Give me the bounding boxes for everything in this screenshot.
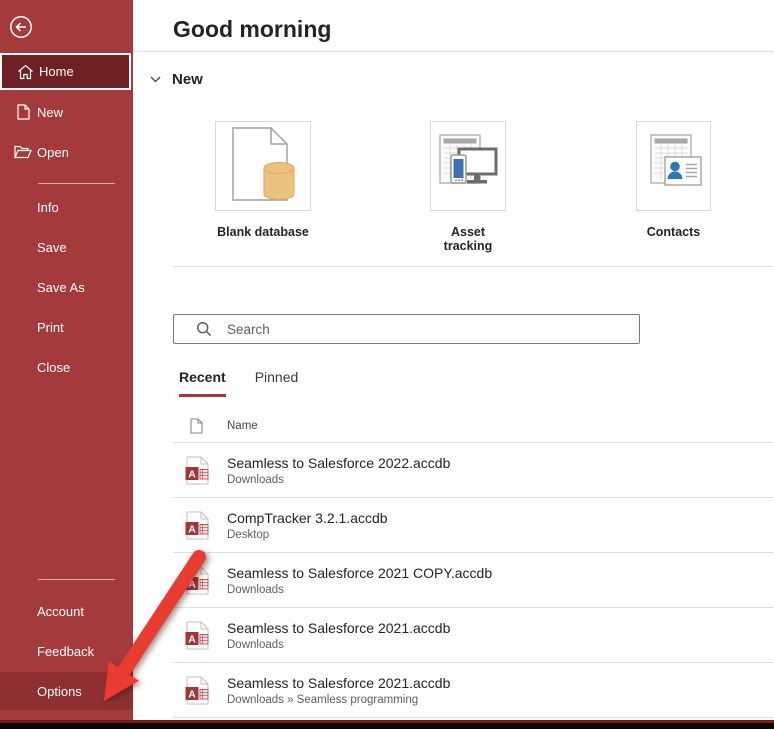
recent-files-list: Name A Seamless to Salesforce 2022.accdb… (173, 409, 774, 718)
file-location: Desktop (227, 529, 388, 541)
file-location: Downloads » Seamless programming (227, 694, 450, 706)
backstage-sidebar: Home New Open Info Save S (0, 0, 133, 729)
template-label[interactable]: Blank database (215, 225, 311, 239)
sidebar-item-home[interactable]: Home (0, 53, 131, 90)
tab-pinned[interactable]: Pinned (255, 369, 299, 397)
new-section-header[interactable]: New (150, 70, 203, 88)
sidebar-item-print[interactable]: Print (0, 315, 133, 339)
template-label[interactable]: Asset tracking (430, 225, 506, 253)
sidebar-item-label: Home (39, 64, 74, 79)
section-divider (173, 266, 774, 267)
file-row[interactable]: A Seamless to Salesforce 2022.accdb Down… (173, 443, 774, 498)
access-file-icon: A (185, 621, 210, 650)
chevron-down-icon (150, 70, 161, 88)
svg-text:A: A (188, 578, 196, 590)
new-file-icon (13, 104, 33, 120)
back-button[interactable] (8, 14, 34, 40)
file-name: CompTracker 3.2.1.accdb (227, 510, 388, 526)
file-row[interactable]: A Seamless to Salesforce 2021.accdb Down… (173, 608, 774, 663)
document-icon (190, 418, 203, 434)
template-label[interactable]: Contacts (636, 225, 711, 239)
sidebar-item-label: Print (37, 320, 64, 335)
access-file-icon: A (185, 511, 210, 540)
sidebar-item-feedback[interactable]: Feedback (0, 639, 133, 663)
access-file-icon: A (185, 676, 210, 705)
file-row[interactable]: A Seamless to Salesforce 2021 COPY.accdb… (173, 553, 774, 608)
sidebar-item-label: Save As (37, 280, 85, 295)
sidebar-item-label: Close (37, 360, 70, 375)
template-card-contacts[interactable] (636, 121, 711, 211)
svg-text:A: A (188, 688, 196, 700)
file-row[interactable]: A Seamless to Salesforce 2021.accdb Down… (173, 663, 774, 718)
tab-recent[interactable]: Recent (179, 369, 226, 397)
svg-text:A: A (188, 468, 196, 480)
new-section-label: New (172, 71, 203, 88)
svg-text:A: A (188, 523, 196, 535)
sidebar-item-label: Open (37, 145, 69, 160)
sidebar-item-close[interactable]: Close (0, 355, 133, 379)
sidebar-item-account[interactable]: Account (0, 599, 133, 623)
file-tabs: Recent Pinned (179, 369, 298, 397)
access-file-icon: A (185, 566, 210, 595)
file-row[interactable]: A CompTracker 3.2.1.accdb Desktop (173, 498, 774, 553)
blank-database-icon (229, 126, 297, 207)
search-box (173, 314, 640, 344)
sidebar-item-label: Feedback (37, 644, 94, 659)
asset-tracking-icon (438, 133, 498, 200)
sidebar-item-info[interactable]: Info (0, 195, 133, 219)
sidebar-item-label: Account (37, 604, 84, 619)
page-title: Good morning (173, 16, 331, 43)
sidebar-item-options[interactable]: Options (0, 672, 133, 710)
header-divider (133, 51, 774, 52)
back-arrow-icon (8, 27, 34, 44)
home-icon (15, 64, 35, 80)
access-backstage-window: Home New Open Info Save S (0, 0, 774, 729)
bottom-black-bar (0, 723, 774, 729)
sidebar-item-label: Options (37, 684, 82, 699)
search-icon (196, 321, 212, 337)
file-name: Seamless to Salesforce 2021.accdb (227, 620, 450, 636)
sidebar-item-save[interactable]: Save (0, 235, 133, 259)
template-card-asset-tracking[interactable] (430, 121, 506, 211)
file-location: Downloads (227, 584, 492, 596)
file-name: Seamless to Salesforce 2021 COPY.accdb (227, 565, 492, 581)
sidebar-divider (38, 183, 115, 184)
file-location: Downloads (227, 639, 450, 651)
template-card-blank-database[interactable] (215, 121, 311, 211)
sidebar-divider (38, 579, 115, 580)
svg-text:A: A (188, 633, 196, 645)
access-file-icon: A (185, 456, 210, 485)
list-header: Name (173, 409, 774, 443)
file-name: Seamless to Salesforce 2022.accdb (227, 455, 450, 471)
sidebar-item-label: Save (37, 240, 67, 255)
file-location: Downloads (227, 474, 450, 486)
contacts-icon (645, 133, 703, 200)
sidebar-item-save-as[interactable]: Save As (0, 275, 133, 299)
search-input[interactable] (227, 322, 639, 337)
file-name: Seamless to Salesforce 2021.accdb (227, 675, 450, 691)
sidebar-item-label: Info (37, 200, 59, 215)
sidebar-item-open[interactable]: Open (0, 140, 133, 164)
sidebar-item-new[interactable]: New (0, 100, 133, 124)
column-header-name[interactable]: Name (227, 420, 258, 432)
sidebar-item-label: New (37, 105, 63, 120)
open-folder-icon (13, 145, 33, 159)
